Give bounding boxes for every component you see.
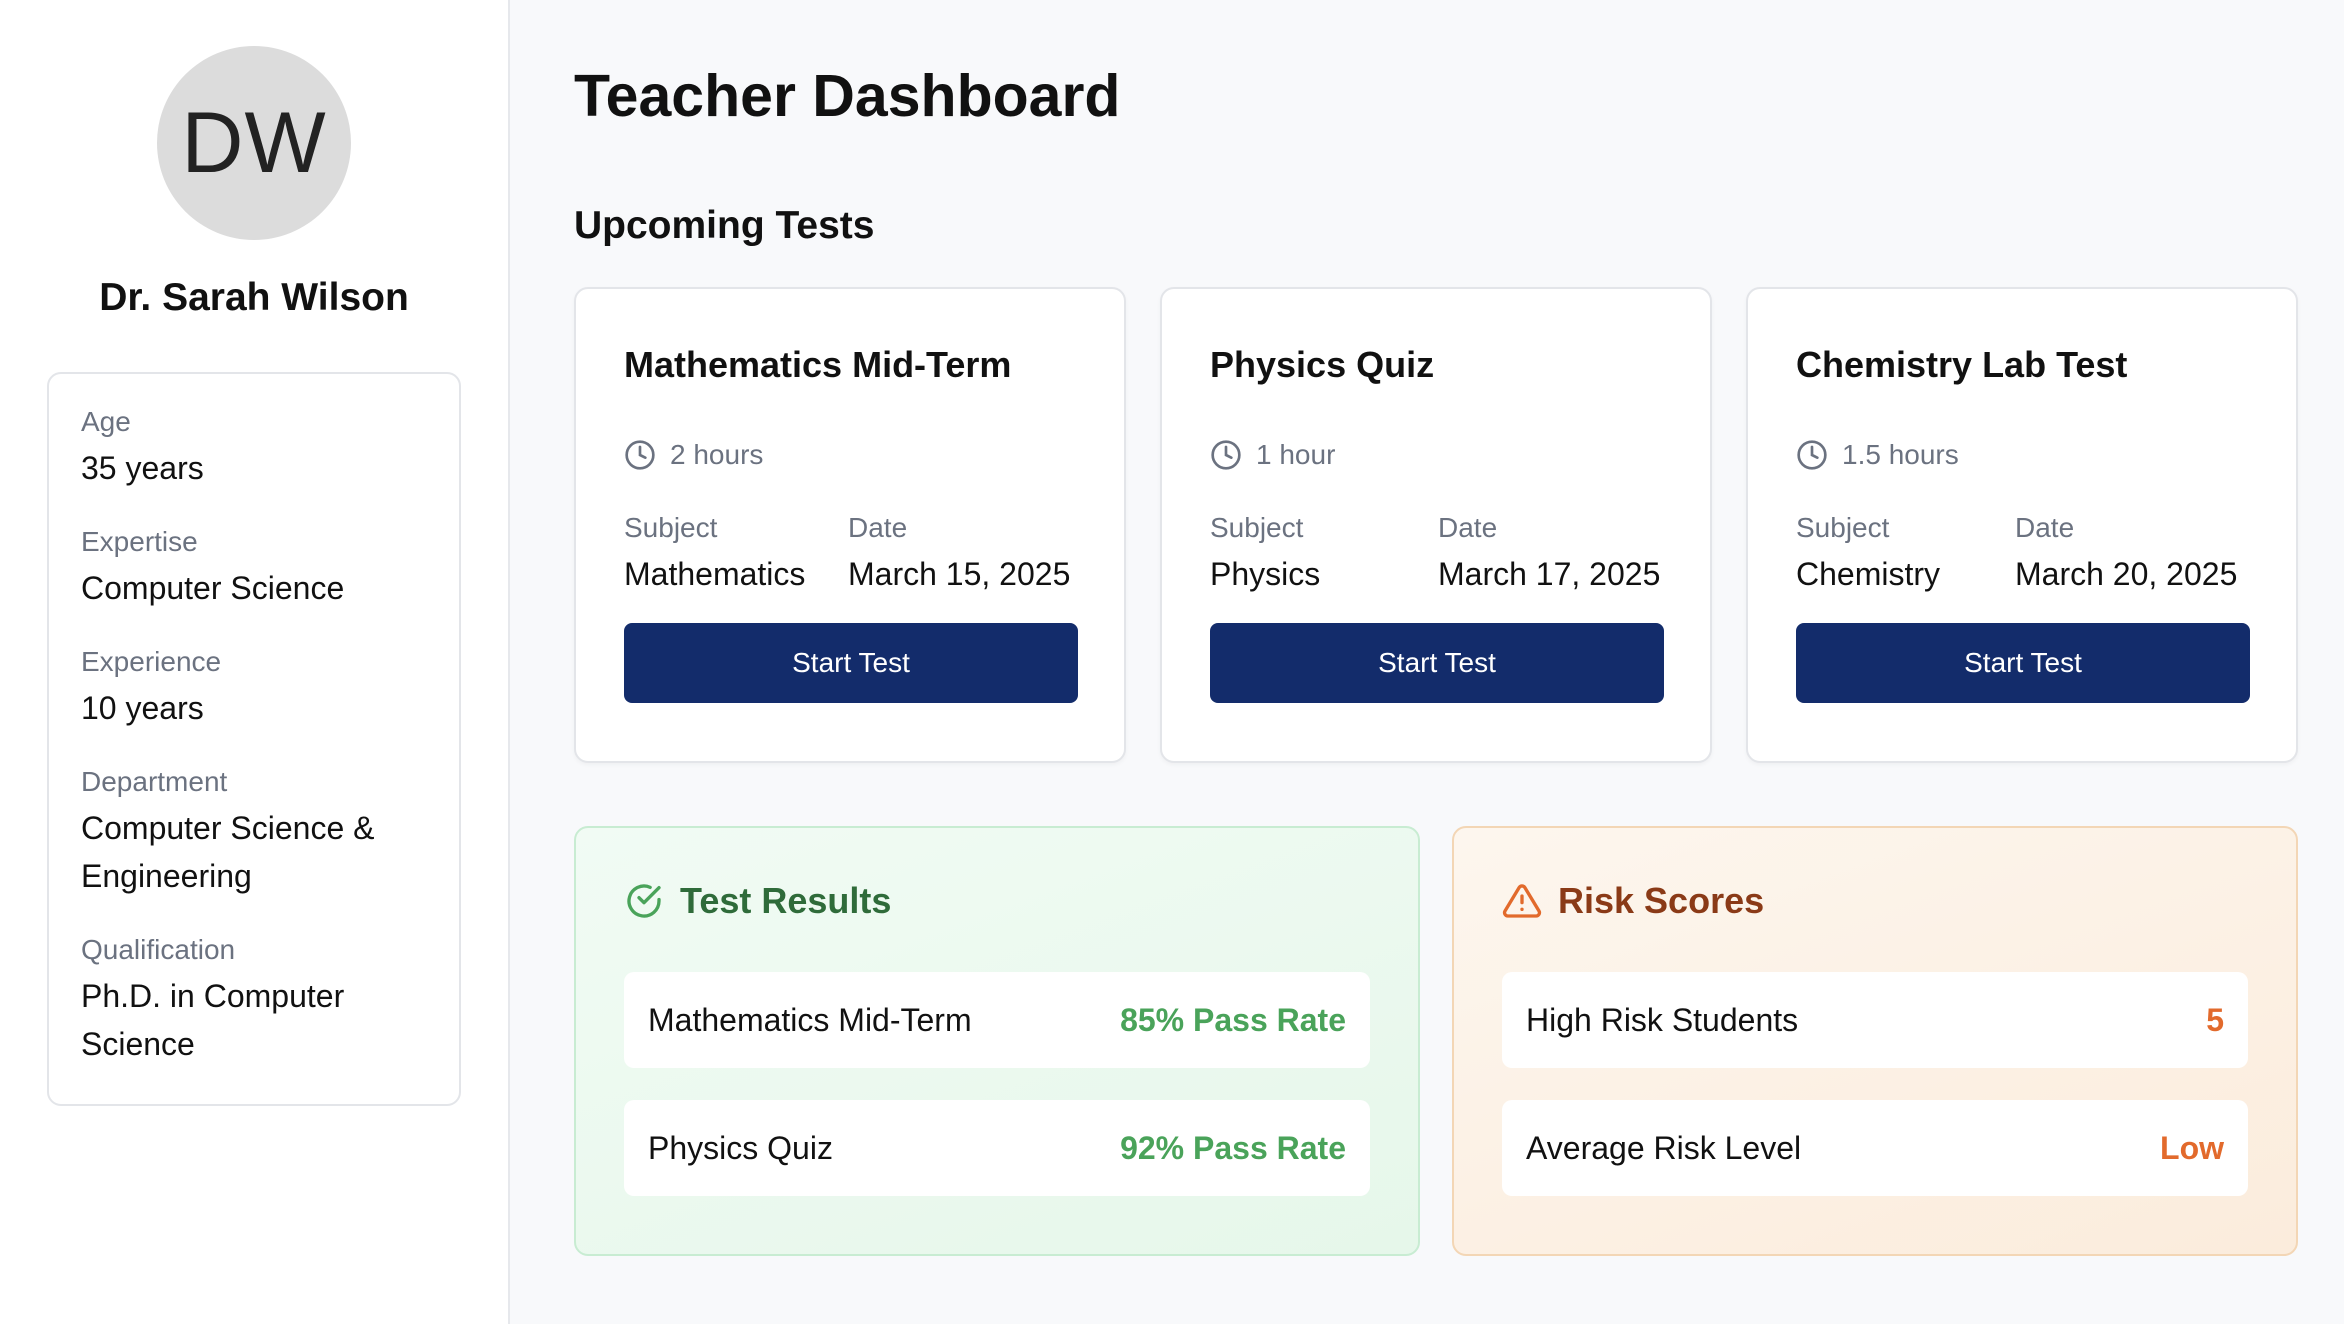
field-label: Age — [81, 406, 131, 437]
risk-value: Low — [2160, 1129, 2224, 1166]
field-experience: Experience 10 years — [81, 644, 427, 732]
field-expertise: Expertise Computer Science — [81, 524, 427, 612]
field-label: Qualification — [81, 934, 236, 965]
results-list: Mathematics Mid-Term 85% Pass Rate Physi… — [624, 972, 1370, 1196]
warning-triangle-icon — [1502, 884, 1542, 918]
profile-name: Dr. Sarah Wilson — [99, 276, 409, 319]
test-meta: Subject Mathematics Date March 15, 2025 — [624, 511, 1076, 597]
test-duration: 1.5 hours — [1796, 439, 2248, 471]
profile-sidebar: DW Dr. Sarah Wilson Age 35 years Experti… — [0, 0, 510, 1324]
date-label: Date — [848, 512, 908, 543]
test-card: Mathematics Mid-Term 2 hours Subject Mat… — [574, 287, 1126, 763]
result-label: Mathematics Mid-Term — [648, 1001, 972, 1038]
date-col: Date March 20, 2025 — [2015, 511, 2237, 597]
risk-label: Average Risk Level — [1526, 1129, 1802, 1166]
start-test-button[interactable]: Start Test — [624, 623, 1078, 703]
risk-scores-panel: Risk Scores High Risk Students 5 Average… — [1452, 826, 2298, 1256]
subject-value: Chemistry — [1796, 556, 1941, 592]
list-item: Mathematics Mid-Term 85% Pass Rate — [624, 972, 1370, 1068]
subject-value: Physics — [1210, 556, 1321, 592]
field-department: Department Computer Science & Engineerin… — [81, 764, 427, 900]
field-value: 10 years — [81, 690, 204, 726]
date-value: March 17, 2025 — [1438, 556, 1661, 592]
result-value: 85% Pass Rate — [1120, 1001, 1346, 1038]
risk-label: High Risk Students — [1526, 1001, 1799, 1038]
subject-col: Subject Mathematics — [624, 511, 848, 597]
upcoming-tests-heading: Upcoming Tests — [574, 204, 875, 247]
field-label: Expertise — [81, 526, 198, 557]
field-value: Computer Science & Engineering — [81, 810, 375, 894]
result-value: 92% Pass Rate — [1120, 1129, 1346, 1166]
panel-header: Test Results — [624, 880, 1370, 922]
field-age: Age 35 years — [81, 404, 427, 492]
clock-icon — [1797, 440, 1827, 470]
check-circle-icon — [627, 884, 661, 918]
panel-title: Risk Scores — [1558, 880, 1765, 921]
subject-label: Subject — [624, 512, 718, 543]
test-meta: Subject Physics Date March 17, 2025 — [1210, 511, 1662, 597]
field-value: 35 years — [81, 450, 204, 486]
test-duration: 1 hour — [1210, 439, 1662, 471]
clock-icon — [625, 440, 655, 470]
duration-text: 1 hour — [1256, 439, 1336, 470]
test-name: Mathematics Mid-Term — [624, 344, 1012, 385]
panel-title: Test Results — [680, 880, 892, 921]
list-item: Average Risk Level Low — [1502, 1100, 2248, 1196]
start-test-button[interactable]: Start Test — [1796, 623, 2250, 703]
test-duration: 2 hours — [624, 439, 1076, 471]
duration-text: 1.5 hours — [1842, 439, 1959, 470]
field-value: Ph.D. in Computer Science — [81, 978, 345, 1062]
list-item: High Risk Students 5 — [1502, 972, 2248, 1068]
test-results-panel: Test Results Mathematics Mid-Term 85% Pa… — [574, 826, 1420, 1256]
field-qualification: Qualification Ph.D. in Computer Science — [81, 932, 427, 1068]
duration-text: 2 hours — [670, 439, 764, 470]
profile-details-card: Age 35 years Expertise Computer Science … — [47, 372, 461, 1106]
risk-list: High Risk Students 5 Average Risk Level … — [1502, 972, 2248, 1196]
main-content: Teacher Dashboard Upcoming Tests Mathema… — [510, 0, 2344, 1324]
risk-value: 5 — [2206, 1001, 2224, 1038]
app-root: DW Dr. Sarah Wilson Age 35 years Experti… — [0, 0, 2344, 1324]
summary-panels: Test Results Mathematics Mid-Term 85% Pa… — [574, 826, 2298, 1256]
test-card: Chemistry Lab Test 1.5 hours Subject Che… — [1746, 287, 2298, 763]
test-name: Physics Quiz — [1210, 344, 1435, 385]
field-label: Department — [81, 766, 228, 797]
date-col: Date March 17, 2025 — [1438, 511, 1660, 597]
result-label: Physics Quiz — [648, 1129, 833, 1166]
panel-header: Risk Scores — [1502, 880, 2248, 922]
date-label: Date — [2015, 512, 2075, 543]
test-meta: Subject Chemistry Date March 20, 2025 — [1796, 511, 2248, 597]
field-value: Computer Science — [81, 570, 345, 606]
test-name: Chemistry Lab Test — [1796, 344, 2128, 385]
date-value: March 20, 2025 — [2015, 556, 2238, 592]
field-label: Experience — [81, 646, 222, 677]
test-card: Physics Quiz 1 hour Subject Physics Date… — [1160, 287, 1712, 763]
subject-col: Subject Chemistry — [1796, 511, 2015, 597]
date-col: Date March 15, 2025 — [848, 511, 1070, 597]
page-title: Teacher Dashboard — [574, 63, 1121, 129]
subject-col: Subject Physics — [1210, 511, 1438, 597]
avatar: DW — [157, 46, 351, 240]
date-value: March 15, 2025 — [848, 556, 1071, 592]
list-item: Physics Quiz 92% Pass Rate — [624, 1100, 1370, 1196]
subject-label: Subject — [1796, 512, 1890, 543]
subject-value: Mathematics — [624, 556, 806, 592]
date-label: Date — [1438, 512, 1498, 543]
start-test-button[interactable]: Start Test — [1210, 623, 1664, 703]
upcoming-tests-list: Mathematics Mid-Term 2 hours Subject Mat… — [574, 287, 2298, 763]
subject-label: Subject — [1210, 512, 1304, 543]
clock-icon — [1211, 440, 1241, 470]
